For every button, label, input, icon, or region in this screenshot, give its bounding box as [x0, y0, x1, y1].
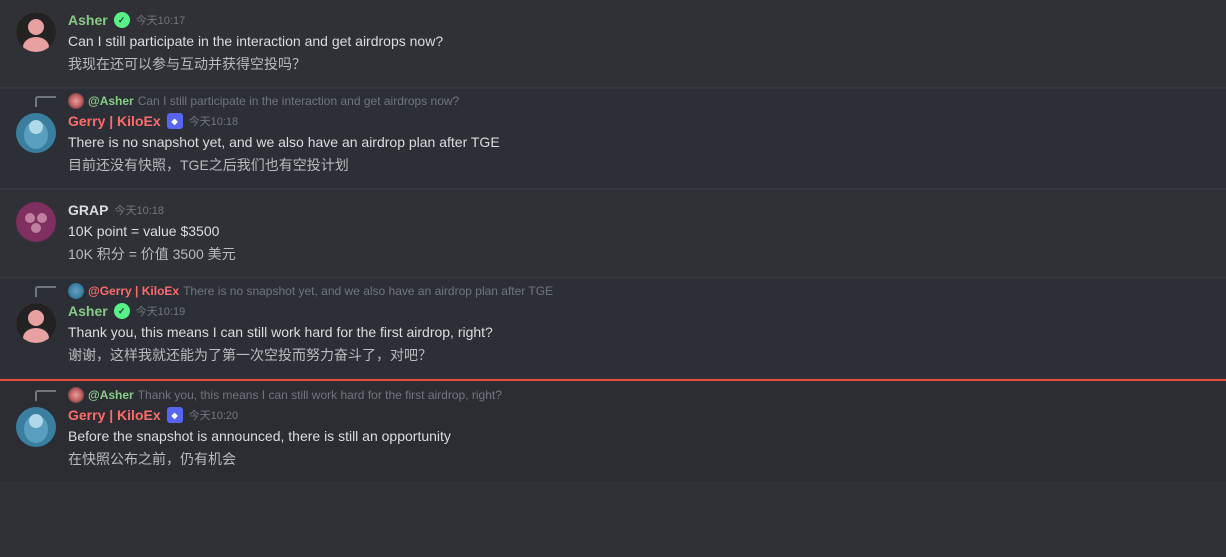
message-text-en: 10K point = value $3500 — [68, 221, 1210, 242]
reply-author: @Asher — [88, 94, 134, 108]
avatar — [16, 202, 56, 242]
message-group-5-wrapper: @Asher Thank you, this means I can still… — [0, 379, 1226, 483]
message-content-2: Gerry | KiloEx ◆ 今天10:18 There is no sna… — [68, 113, 1210, 176]
message-group-2: Gerry | KiloEx ◆ 今天10:18 There is no sna… — [0, 109, 1226, 189]
reply-bar-2: @Asher Can I still participate in the in… — [0, 89, 1226, 109]
timestamp: 今天10:17 — [136, 12, 186, 28]
reply-content-5: @Asher Thank you, this means I can still… — [68, 387, 502, 403]
timestamp: 今天10:19 — [136, 303, 186, 319]
message-group-4: Asher ✓ 今天10:19 Thank you, this means I … — [0, 299, 1226, 379]
username: GRAP — [68, 202, 108, 218]
message-text-cn: 在快照公布之前，仍有机会 — [68, 449, 1210, 470]
message-group-3: GRAP 今天10:18 10K point = value $3500 10K… — [0, 189, 1226, 278]
username: Asher — [68, 12, 108, 28]
reply-avatar-icon — [68, 93, 84, 109]
reply-avatar-icon — [68, 387, 84, 403]
reply-curve-icon — [34, 285, 56, 297]
message-content-4: Asher ✓ 今天10:19 Thank you, this means I … — [68, 303, 1210, 366]
reply-text: Thank you, this means I can still work h… — [138, 388, 502, 402]
message-header-5: Gerry | KiloEx ◆ 今天10:20 — [68, 407, 1210, 423]
message-text-en: Before the snapshot is announced, there … — [68, 426, 1210, 447]
reply-content-4: @Gerry | KiloEx There is no snapshot yet… — [68, 283, 553, 299]
kiloex-badge-icon: ◆ — [167, 407, 183, 423]
chat-container: Asher ✓ 今天10:17 Can I still participate … — [0, 0, 1226, 483]
username: Gerry | KiloEx — [68, 407, 161, 423]
message-group-1: Asher ✓ 今天10:17 Can I still participate … — [0, 0, 1226, 88]
message-content-5: Gerry | KiloEx ◆ 今天10:20 Before the snap… — [68, 407, 1210, 470]
avatar — [16, 407, 56, 447]
message-text-en: Thank you, this means I can still work h… — [68, 322, 1210, 343]
message-text-cn: 我现在还可以参与互动并获得空投吗？ — [68, 54, 1210, 75]
kiloex-badge-icon: ◆ — [167, 113, 183, 129]
message-content-3: GRAP 今天10:18 10K point = value $3500 10K… — [68, 202, 1210, 265]
message-content-1: Asher ✓ 今天10:17 Can I still participate … — [68, 12, 1210, 75]
reply-text: There is no snapshot yet, and we also ha… — [183, 284, 553, 298]
timestamp: 今天10:20 — [189, 407, 239, 423]
message-group-4-wrapper: @Gerry | KiloEx There is no snapshot yet… — [0, 278, 1226, 379]
avatar — [16, 113, 56, 153]
avatar — [16, 303, 56, 343]
reply-curve-icon — [34, 389, 56, 401]
avatar — [16, 12, 56, 52]
reply-author: @Asher — [88, 388, 134, 402]
message-header-2: Gerry | KiloEx ◆ 今天10:18 — [68, 113, 1210, 129]
message-header-1: Asher ✓ 今天10:17 — [68, 12, 1210, 28]
reply-avatar-icon — [68, 283, 84, 299]
reply-bar-5: @Asher Thank you, this means I can still… — [0, 381, 1226, 403]
username: Gerry | KiloEx — [68, 113, 161, 129]
message-group-2-wrapper: @Asher Can I still participate in the in… — [0, 88, 1226, 189]
reply-bar-4: @Gerry | KiloEx There is no snapshot yet… — [0, 279, 1226, 299]
timestamp: 今天10:18 — [114, 202, 164, 218]
verified-badge-icon: ✓ — [114, 303, 130, 319]
verified-badge-icon: ✓ — [114, 12, 130, 28]
reply-text: Can I still participate in the interacti… — [138, 94, 460, 108]
message-group-5: Gerry | KiloEx ◆ 今天10:20 Before the snap… — [0, 403, 1226, 483]
message-header-3: GRAP 今天10:18 — [68, 202, 1210, 218]
message-text-en: There is no snapshot yet, and we also ha… — [68, 132, 1210, 153]
reply-curve-icon — [34, 95, 56, 107]
message-text-cn: 10K 积分 = 价值 3500 美元 — [68, 244, 1210, 265]
timestamp: 今天10:18 — [189, 113, 239, 129]
reply-content-2: @Asher Can I still participate in the in… — [68, 93, 459, 109]
username: Asher — [68, 303, 108, 319]
message-text-en: Can I still participate in the interacti… — [68, 31, 1210, 52]
message-text-cn: 目前还没有快照，TGE之后我们也有空投计划 — [68, 155, 1210, 176]
message-text-cn: 谢谢，这样我就还能为了第一次空投而努力奋斗了，对吧？ — [68, 345, 1210, 366]
message-header-4: Asher ✓ 今天10:19 — [68, 303, 1210, 319]
reply-author: @Gerry | KiloEx — [88, 284, 179, 298]
